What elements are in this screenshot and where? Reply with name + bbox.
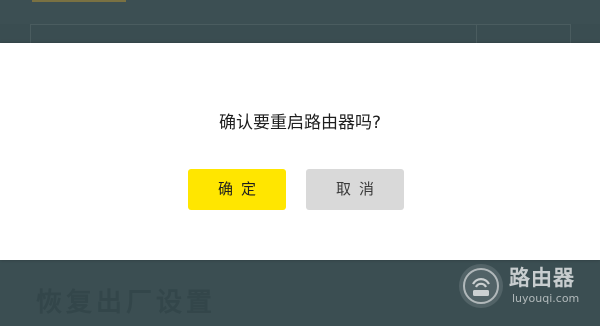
- watermark: 路由器 luyouqi.com: [459, 262, 589, 310]
- factory-reset-heading: 恢复出厂设置: [36, 288, 217, 318]
- watermark-subtitle: luyouqi.com: [512, 292, 580, 305]
- dialog-message: 确认要重启路由器吗?: [218, 113, 382, 133]
- background-top-bar: [0, 0, 600, 24]
- confirm-button[interactable]: 确定: [188, 169, 286, 210]
- background-tab-accent: [32, 0, 126, 2]
- cancel-button[interactable]: 取消: [306, 169, 404, 210]
- router-logo-icon: [459, 264, 503, 308]
- reboot-confirm-dialog: 确认要重启路由器吗? 确定 取消: [0, 43, 600, 260]
- watermark-title: 路由器: [509, 266, 575, 290]
